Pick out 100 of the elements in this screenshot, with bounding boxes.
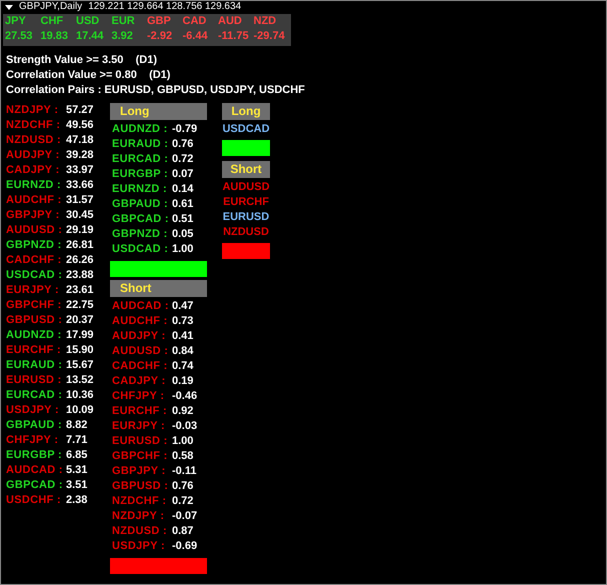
currency-code: NZD <box>254 14 278 29</box>
pair-label: NZDJPY : <box>6 103 60 118</box>
pair-label: AUDJPY : <box>6 148 61 163</box>
pair-value: 33.66 <box>66 178 94 193</box>
pair-label: USDCHF : <box>6 493 62 508</box>
pair-label: CADCHF : <box>112 359 169 374</box>
pair-label: USDJPY : <box>112 539 166 554</box>
pair-value: 0.76 <box>172 479 194 494</box>
pair-value: 0.72 <box>172 152 194 167</box>
pair-label: NZDUSD : <box>112 524 168 539</box>
pair-label: GBPAUD : <box>112 197 169 212</box>
pair-value: -0.79 <box>172 122 198 137</box>
pair-label: AUDCHF : <box>112 314 169 329</box>
pair-value: 0.58 <box>172 449 194 464</box>
pair-label: EURUSD : <box>6 373 63 388</box>
pair-label: GBPCAD : <box>112 212 170 227</box>
pair-label: NZDCHF : <box>112 494 168 509</box>
pair-label: EURCAD : <box>6 388 64 403</box>
currency-value: 19.83 <box>40 29 70 44</box>
currency-code: CAD <box>182 14 208 29</box>
pair-value: 0.72 <box>172 494 194 509</box>
pair-value: 0.87 <box>172 524 194 539</box>
pair-label: AUDCAD : <box>6 463 64 478</box>
dropdown-icon[interactable] <box>5 4 13 10</box>
pair-label: GBPJPY : <box>112 464 167 479</box>
pair-value: 17.99 <box>66 328 94 343</box>
pair-label: AUDNZD : <box>6 328 63 343</box>
pair-value: 30.45 <box>66 208 94 223</box>
pair-value: 49.56 <box>66 118 94 133</box>
pair-value: 0.92 <box>172 404 194 419</box>
signal-pair: AUDUSD <box>222 180 270 195</box>
pair-value: 22.75 <box>66 298 94 313</box>
pair-label: GBPNZD : <box>112 227 169 242</box>
pair-value: 31.57 <box>66 193 94 208</box>
pair-label: GBPUSD : <box>6 313 64 328</box>
currency-code: EUR <box>112 14 136 29</box>
currency-code: JPY <box>5 14 27 29</box>
pair-label: CHFJPY : <box>112 389 166 404</box>
pair-value: 0.76 <box>172 137 194 152</box>
pair-value: 2.38 <box>66 493 88 508</box>
pair-label: NZDJPY : <box>112 509 166 524</box>
signal-pair: USDCAD <box>222 122 270 137</box>
pair-value: 0.84 <box>172 344 194 359</box>
pair-value: 1.00 <box>172 242 194 257</box>
info-text: Strength Value >= 3.50 (D1) <box>6 53 158 68</box>
pair-label: USDCAD : <box>112 242 170 257</box>
pair-value: 57.27 <box>66 103 94 118</box>
pair-label: CADJPY : <box>6 163 61 178</box>
pair-label: NZDCHF : <box>6 118 62 133</box>
panel-header: Long <box>110 103 207 120</box>
pair-label: EURNZD : <box>6 178 62 193</box>
pair-value: 10.09 <box>66 403 94 418</box>
pair-label: CADJPY : <box>112 374 167 389</box>
pair-label: USDJPY : <box>6 403 60 418</box>
signal-pair: EURUSD <box>222 210 270 225</box>
pair-label: EURCAD : <box>112 152 170 167</box>
pair-value: -0.69 <box>172 539 198 554</box>
info-text: Correlation Value >= 0.80 (D1) <box>6 68 172 83</box>
pair-label: EURNZD : <box>112 182 168 197</box>
pair-value: 0.19 <box>172 374 194 389</box>
pair-label: CADCHF : <box>6 253 63 268</box>
pair-value: 7.71 <box>66 433 88 448</box>
pair-value: 0.47 <box>172 299 194 314</box>
pair-value: -0.46 <box>172 389 198 404</box>
currency-code: AUD <box>218 14 243 29</box>
pair-value: 26.81 <box>66 238 94 253</box>
pair-label: AUDUSD : <box>112 344 170 359</box>
pair-label: GBPUSD : <box>112 479 170 494</box>
pair-label: EURJPY : <box>112 419 166 434</box>
pair-label: GBPJPY : <box>6 208 61 223</box>
pair-label: GBPNZD : <box>6 238 63 253</box>
info-text: Correlation Pairs : EURUSD, GBPUSD, USDJPY, USDCHF <box>6 83 306 98</box>
currency-code: CHF <box>40 14 64 29</box>
pair-value: 1.00 <box>172 434 194 449</box>
pair-value: 0.14 <box>172 182 194 197</box>
pair-value: -0.11 <box>172 464 196 479</box>
chart-symbol: GBPJPY,Daily <box>19 1 82 13</box>
pair-value: 20.37 <box>66 313 94 328</box>
currency-value: -6.44 <box>182 29 209 44</box>
pair-label: EURGBP : <box>6 448 63 463</box>
pair-label: EURCHF : <box>6 343 62 358</box>
currency-value: 3.92 <box>112 29 134 44</box>
pair-label: CHFJPY : <box>6 433 60 448</box>
currency-value: -2.92 <box>147 29 174 44</box>
pair-label: AUDCAD : <box>112 299 170 314</box>
pair-label: GBPCHF : <box>6 298 63 313</box>
panel-header: Long <box>222 103 270 120</box>
currency-code: GBP <box>147 14 172 29</box>
price-values: 129.221 129.664 128.756 129.634 <box>88 1 242 13</box>
pair-label: EURGBP : <box>112 167 169 182</box>
pair-value: 39.28 <box>66 148 94 163</box>
pair-value: 0.74 <box>172 359 194 374</box>
pair-value: 29.19 <box>66 223 94 238</box>
currency-value: 17.44 <box>76 29 105 44</box>
pair-value: -0.03 <box>172 419 198 434</box>
pair-value: 0.73 <box>172 314 194 329</box>
pair-label: EURCHF : <box>112 404 168 419</box>
pair-value: 0.07 <box>172 167 194 182</box>
pair-value: 47.18 <box>66 133 94 148</box>
pair-value: 0.41 <box>172 329 194 344</box>
